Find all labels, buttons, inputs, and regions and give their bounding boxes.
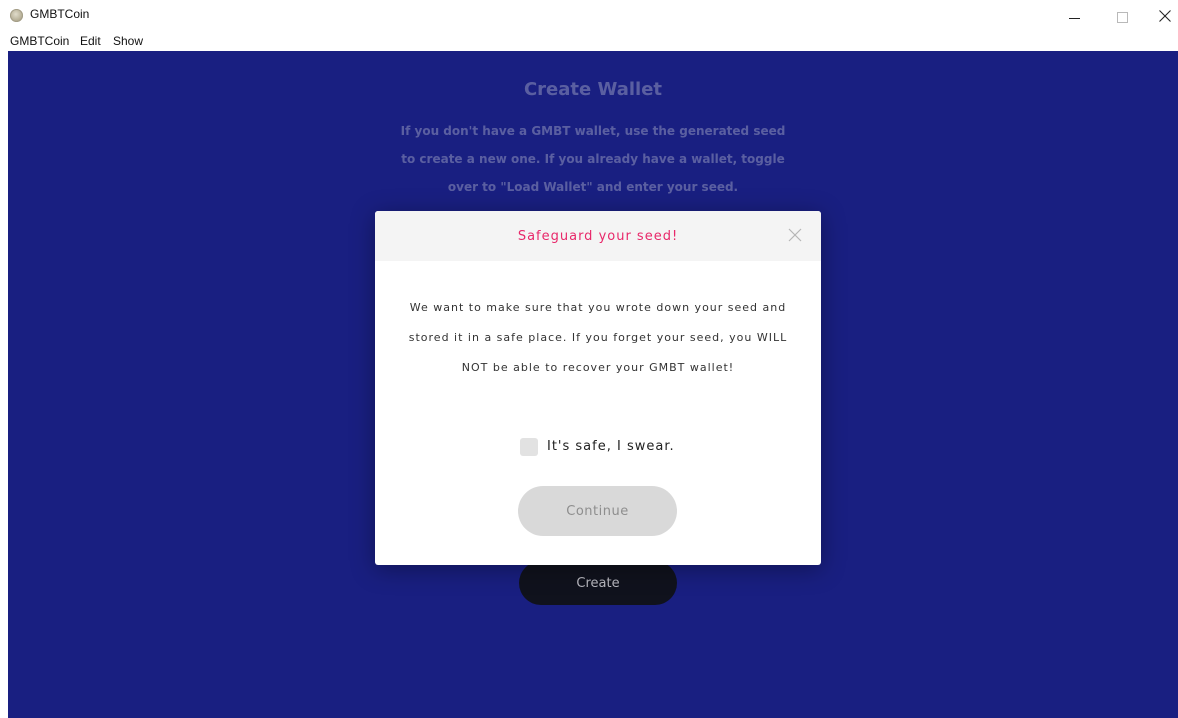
coin-app-icon	[10, 9, 23, 22]
dialog-title: Safeguard your seed!	[517, 229, 679, 244]
minimize-button[interactable]	[1056, 0, 1094, 31]
safe-checkbox[interactable]	[520, 438, 538, 456]
message-line: We want to make sure that you wrote down…	[409, 301, 787, 314]
close-icon[interactable]	[788, 228, 802, 242]
safe-checkbox-label[interactable]: It's safe, I swear.	[547, 439, 675, 454]
menu-bar: GMBTCoin Edit Show	[0, 31, 1178, 51]
message-line: stored it in a safe place. If you forget…	[408, 331, 788, 344]
close-window-button[interactable]	[1147, 0, 1178, 31]
title-bar: GMBTCoin	[0, 0, 1178, 31]
message-line: NOT be able to recover your GMBT wallet!	[461, 361, 735, 374]
window-title: GMBTCoin	[30, 7, 90, 21]
menu-show[interactable]: Show	[113, 34, 143, 48]
app-content: Create Wallet If you don't have a GMBT w…	[8, 51, 1178, 718]
seed-warning-dialog: Safeguard your seed! We want to make sur…	[375, 211, 821, 565]
menu-edit[interactable]: Edit	[80, 34, 101, 48]
maximize-button[interactable]	[1104, 0, 1142, 31]
menu-gmbtcoin[interactable]: GMBTCoin	[10, 34, 69, 48]
dialog-header: Safeguard your seed!	[375, 211, 821, 261]
close-icon	[1159, 10, 1171, 22]
dialog-message: We want to make sure that you wrote down…	[395, 293, 801, 383]
continue-button[interactable]: Continue	[518, 486, 677, 536]
